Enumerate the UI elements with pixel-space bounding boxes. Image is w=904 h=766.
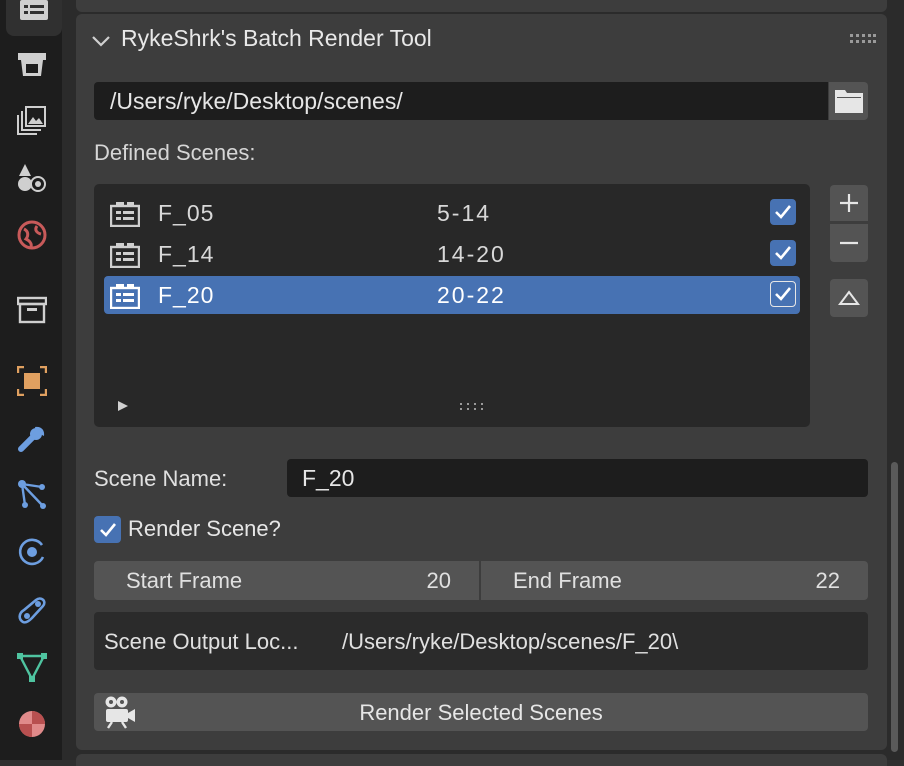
render-icon [20,0,48,20]
move-scene-up-button[interactable] [830,279,868,317]
scene-row[interactable]: F_14 14-20 [104,235,800,273]
list-filter-toggle-icon[interactable] [117,400,129,412]
triangle-up-icon [838,290,860,305]
scene-name-value[interactable]: F_20 [302,465,354,492]
scene-clapper-icon [110,284,140,309]
checkmark-icon [775,246,792,260]
tab-material[interactable] [8,702,56,746]
directory-path-text[interactable]: /Users/ryke/Desktop/scenes/ [110,88,403,115]
tab-physics[interactable] [8,530,56,574]
browse-folder-button[interactable] [829,82,868,120]
properties-tab-bar [0,0,62,760]
render-scene-label[interactable]: Render Scene? [128,516,281,542]
material-icon [19,711,45,737]
scene-row-selected[interactable]: F_20 20-22 [104,276,800,314]
view-layer-icon [17,106,46,135]
tab-particles[interactable] [8,473,56,517]
modifier-icon [18,426,45,452]
scene-enabled-checkbox[interactable] [770,199,796,225]
render-scene-checkbox[interactable] [94,516,121,543]
chevron-down-icon[interactable] [90,30,112,52]
scene-clapper-icon [110,243,140,268]
scene-clapper-icon [110,202,140,227]
data-icon [17,653,47,682]
scrollbar[interactable] [891,462,898,752]
plus-icon [840,194,858,212]
tab-render[interactable] [6,0,62,36]
remove-scene-button[interactable] [830,224,868,262]
end-frame-value: 22 [815,568,840,593]
tab-object[interactable] [8,359,56,403]
render-selected-scenes-label: Render Selected Scenes [359,700,603,725]
start-frame-field[interactable]: Start Frame 20 [94,561,479,600]
tab-collection[interactable] [8,288,56,332]
tab-modifier[interactable] [8,416,56,460]
start-frame-label: Start Frame [126,568,243,593]
world-icon [17,220,47,250]
checkmark-icon [775,287,792,301]
end-frame-field[interactable]: End Frame 22 [481,561,868,600]
checkmark-icon [99,522,116,537]
scene-frame-range: 5-14 [437,200,492,226]
drag-handle-icon[interactable] [850,34,876,44]
scene-name: F_14 [158,241,215,267]
folder-icon [834,90,863,113]
scene-name: F_05 [158,200,215,226]
output-icon [18,53,46,76]
scene-name: F_20 [158,282,215,308]
physics-icon [18,538,45,566]
end-frame-label: End Frame [513,568,622,593]
tab-constraints[interactable] [8,588,56,632]
scene-name-field[interactable] [287,459,868,497]
previous-panel [76,0,887,12]
collection-icon [17,296,47,324]
tab-view-layer[interactable] [8,98,56,142]
list-resize-handle-icon[interactable] [460,403,484,411]
minus-icon [840,241,858,245]
tab-output[interactable] [8,42,56,86]
tab-scene[interactable] [8,156,56,200]
scene-enabled-checkbox[interactable] [770,240,796,266]
checkmark-icon [775,205,792,219]
start-frame-value: 20 [426,568,451,593]
scene-output-location-label: Scene Output Loc... [104,629,299,654]
scene-icon [18,164,46,192]
next-panel [76,754,887,766]
object-icon [17,366,47,396]
panel-title[interactable]: RykeShrk's Batch Render Tool [121,25,432,52]
scene-row[interactable]: F_05 5-14 [104,194,800,232]
tab-world[interactable] [8,213,56,257]
scene-output-location-value[interactable]: /Users/ryke/Desktop/scenes/F_20\ [342,629,678,655]
render-selected-scenes-button[interactable]: Render Selected Scenes [94,693,868,731]
scene-frame-range: 20-22 [437,282,506,308]
scene-name-label: Scene Name: [94,466,228,491]
add-scene-button[interactable] [830,185,868,221]
constraints-icon [18,597,46,624]
scene-frame-range: 14-20 [437,241,506,267]
defined-scenes-label: Defined Scenes: [94,140,256,165]
tab-data[interactable] [8,645,56,689]
scene-enabled-checkbox[interactable] [770,281,796,307]
particles-icon [18,480,46,509]
